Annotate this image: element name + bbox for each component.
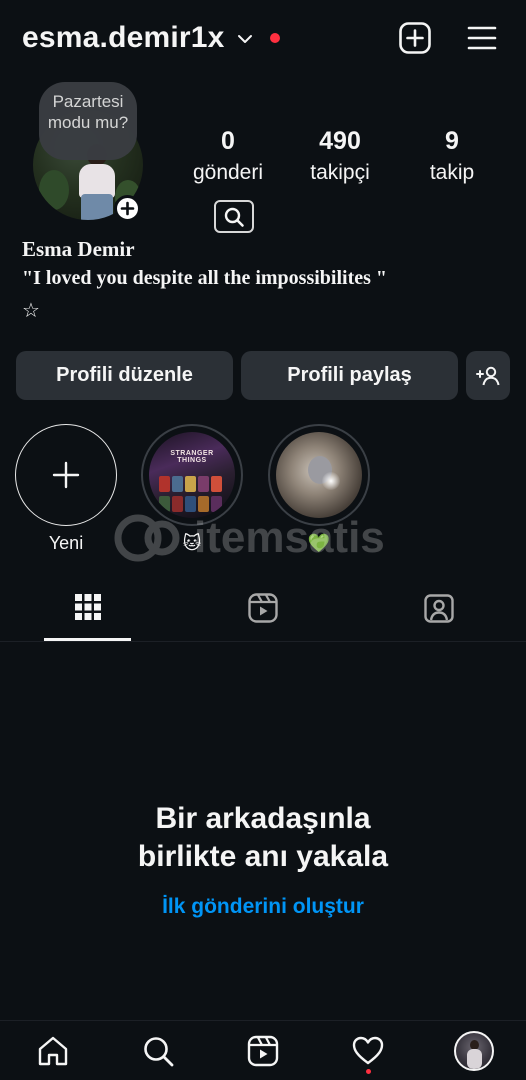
active-tab-indicator <box>44 638 131 641</box>
stat-followers-label: takipçi <box>310 161 370 184</box>
bio-text: "I loved you despite all the impossibili… <box>22 267 388 289</box>
stat-followers[interactable]: 490 takipçi <box>300 126 380 188</box>
highlight-new-ring <box>15 424 117 526</box>
search-icon[interactable] <box>141 1034 175 1068</box>
heart-icon[interactable] <box>351 1034 385 1068</box>
edit-profile-button[interactable]: Profili düzenle <box>16 351 233 400</box>
activity-dot <box>366 1069 371 1074</box>
create-first-post-link[interactable]: İlk gönderini oluştur <box>0 895 526 919</box>
home-icon[interactable] <box>36 1034 70 1068</box>
stat-posts-count: 0 <box>221 127 235 155</box>
chevron-down-icon[interactable] <box>236 30 254 48</box>
highlight-cover-text: STRANGER THINGS <box>170 450 214 464</box>
grid-icon[interactable] <box>73 592 103 622</box>
hamburger-menu-icon[interactable] <box>466 22 498 54</box>
stat-following-count: 9 <box>445 127 459 155</box>
profile-avatar[interactable] <box>454 1031 494 1071</box>
username[interactable]: esma.demir1x <box>22 21 225 55</box>
plus-square-icon[interactable] <box>398 21 432 55</box>
full-name: Esma Demir <box>22 237 135 261</box>
empty-state-title: Bir arkadaşınla birlikte anı yakala <box>137 802 389 873</box>
plus-icon <box>52 461 80 489</box>
watermark-logo: itemsatis <box>110 508 410 568</box>
bottom-nav <box>0 1020 526 1080</box>
tagged-icon[interactable] <box>423 592 454 623</box>
highlight-cover: STRANGER THINGS <box>149 432 235 518</box>
highlight-new[interactable]: Yeni <box>15 424 117 555</box>
top-bar: esma.demir1x <box>0 0 526 80</box>
stat-following[interactable]: 9 takip <box>422 126 482 188</box>
search-icon[interactable] <box>214 200 254 233</box>
star-icon: ☆ <box>22 300 40 322</box>
add-story-plus-icon[interactable] <box>114 195 141 222</box>
svg-text:itemsatis: itemsatis <box>194 513 385 562</box>
stat-followers-count: 490 <box>319 127 361 155</box>
stat-posts-label: gönderi <box>192 161 264 184</box>
reels-icon[interactable] <box>247 592 278 623</box>
notification-dot <box>270 33 280 43</box>
reels-icon[interactable] <box>246 1034 280 1068</box>
stat-following-label: takip <box>429 161 475 184</box>
content-tabs <box>0 580 526 642</box>
profile-note[interactable]: Pazartesi modu mu? <box>39 82 137 160</box>
add-person-icon <box>476 365 500 387</box>
stat-posts: 0 gönderi <box>188 126 268 188</box>
highlight-cover <box>276 432 362 518</box>
highlight-label: Yeni <box>48 533 84 553</box>
add-person-button[interactable] <box>466 351 510 400</box>
share-profile-button[interactable]: Profili paylaş <box>241 351 458 400</box>
